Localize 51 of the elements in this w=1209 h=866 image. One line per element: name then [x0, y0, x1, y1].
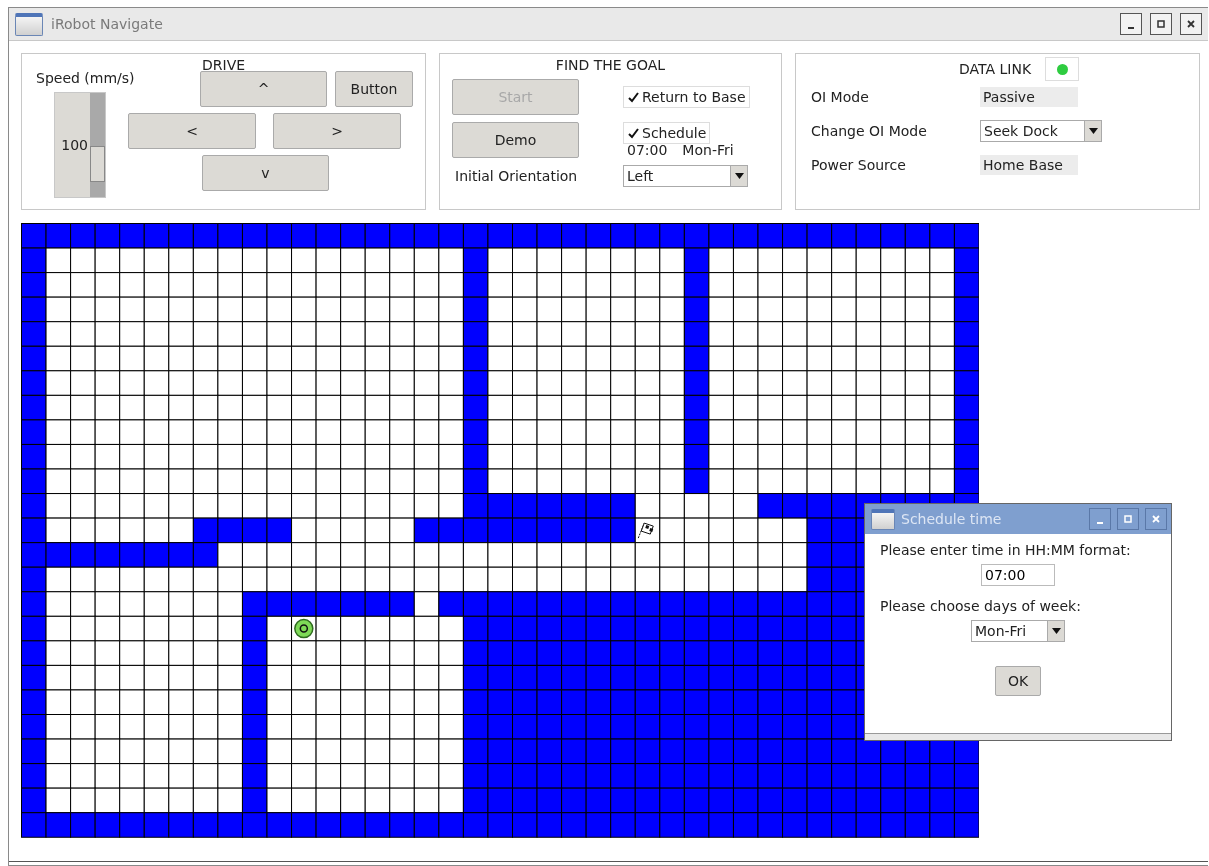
schedule-days: Mon-Fri	[682, 142, 734, 158]
app-icon	[871, 508, 895, 530]
return-checkbox[interactable]: Return to Base	[623, 86, 750, 108]
close-button[interactable]	[1180, 13, 1202, 35]
maximize-icon	[1123, 514, 1133, 524]
time-field[interactable]: 07:00	[981, 564, 1055, 586]
maximize-icon	[1156, 19, 1166, 29]
dropdown-arrow-icon	[1088, 128, 1098, 134]
speed-slider[interactable]: 100	[54, 92, 106, 198]
minimize-button[interactable]	[1120, 13, 1142, 35]
slider-thumb[interactable]	[90, 145, 105, 182]
days-dropdown[interactable]: Mon-Fri	[971, 620, 1065, 642]
close-icon	[1151, 514, 1161, 524]
robot-icon	[294, 618, 314, 639]
readout-value: Home Base	[980, 155, 1078, 175]
orientation-dropdown[interactable]: Left	[623, 165, 748, 187]
field-label: Power Source	[811, 157, 907, 173]
left-button[interactable]: <	[128, 113, 256, 149]
minimize-icon	[1128, 27, 1134, 29]
drive-title: DRIVE	[202, 57, 246, 73]
demo-button[interactable]: Demo	[452, 122, 579, 158]
app-icon	[15, 12, 43, 36]
orientation-label: Initial Orientation	[455, 168, 579, 184]
ok-button[interactable]: OK	[995, 666, 1041, 696]
dropdown-arrow-icon	[734, 173, 744, 179]
mode-dropdown[interactable]: Seek Dock	[980, 120, 1102, 142]
dialog-title: Schedule time	[901, 511, 1003, 527]
maximize-button[interactable]	[1117, 508, 1139, 530]
check-icon	[627, 127, 639, 139]
field-label: OI Mode	[811, 89, 870, 105]
maximize-button[interactable]	[1150, 13, 1172, 35]
back-button[interactable]: v	[202, 155, 329, 191]
generic-button[interactable]: Button	[335, 71, 413, 107]
schedule-time: 07:00	[627, 142, 668, 158]
close-icon	[1186, 19, 1196, 29]
window-title: iRobot Navigate	[51, 16, 164, 32]
speed-label: Speed (mm/s)	[36, 70, 135, 86]
schedule-checkbox[interactable]: Schedule	[623, 122, 711, 144]
speed-value: 100	[60, 136, 89, 155]
forward-button[interactable]: ^	[200, 71, 327, 107]
readout-value: Passive	[980, 87, 1078, 107]
field-label: Change OI Mode	[811, 123, 928, 139]
check-icon	[627, 91, 639, 103]
right-button[interactable]: >	[273, 113, 401, 149]
goal-flag-icon	[637, 522, 654, 539]
days-prompt: Please choose days of week:	[880, 598, 1081, 614]
panel-title: FIND THE GOAL	[555, 57, 666, 73]
time-prompt: Please enter time in HH:MM format:	[880, 542, 1131, 558]
panel-title: DATA LINK	[959, 61, 1032, 77]
minimize-icon	[1097, 522, 1103, 524]
dropdown-arrow-icon	[1051, 628, 1061, 634]
